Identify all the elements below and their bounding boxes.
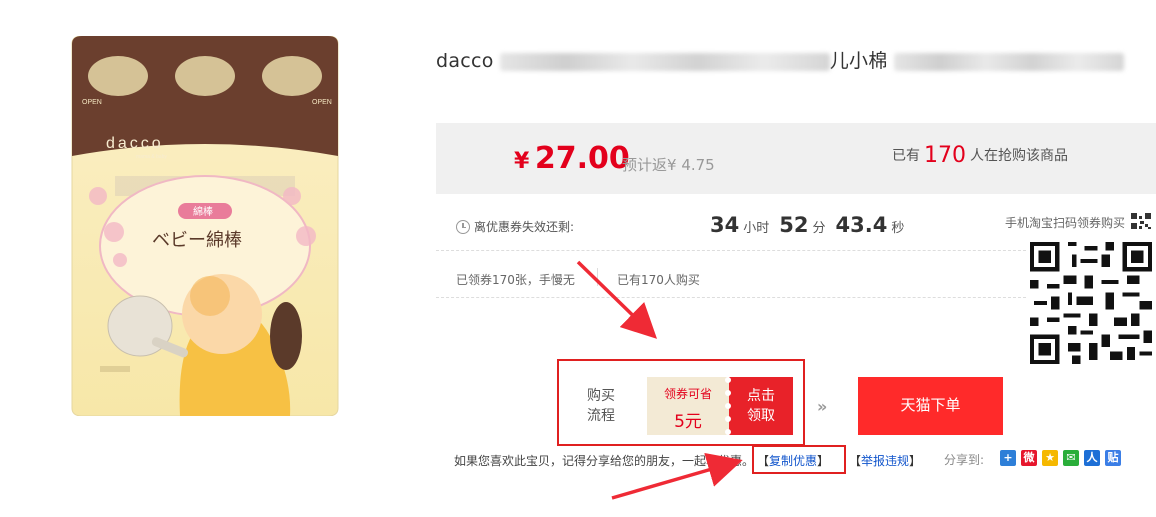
minutes-unit: 分 (812, 221, 826, 236)
countdown-timer: 34 小时 52 分 43.4 秒 (710, 213, 910, 237)
flow-label-line2: 流程 (587, 408, 615, 424)
share-to-label: 分享到: (944, 453, 985, 467)
report-link[interactable]: 【举报违规】 (849, 452, 921, 469)
rebate: 预计返¥ 4.75 (622, 154, 715, 175)
bracket-close: 】 (817, 454, 830, 468)
renren-icon[interactable]: 人 (1084, 450, 1100, 466)
qq-icon[interactable]: ★ (1042, 450, 1058, 466)
rebate-value: 4.75 (681, 156, 715, 174)
countdown-label-text: 离优惠券失效还剩: (474, 220, 575, 234)
price-value: 27.00 (534, 141, 630, 176)
seconds-unit: 秒 (891, 221, 905, 236)
claim-line1: 点击 (747, 388, 775, 404)
coupon-value: 领券可省 5元 (647, 377, 729, 435)
purchase-flow-box: 购买 流程 领券可省 5元 点击 领取 (557, 359, 805, 446)
bracket-open: 【 (757, 454, 770, 468)
qzone-icon[interactable]: + (1000, 450, 1016, 466)
qr-mini-icon[interactable] (1130, 212, 1152, 230)
price-box: ¥ 27.00 预计返¥ 4.75 已有 170 人在抢购该商品 (436, 123, 1156, 194)
coupon-line1: 领券可省 (663, 387, 712, 401)
image-brand-sub: mama & baby (136, 154, 167, 160)
product-image[interactable]: OPEN OPEN dacco mama & baby 綿棒 ベビー綿棒 (60, 36, 350, 416)
countdown-minutes: 52 (779, 213, 809, 237)
copy-coupon-label[interactable]: 复制优惠 (769, 454, 817, 468)
countdown-seconds: 43.4 (835, 213, 888, 237)
chevron-right-icon: » (817, 397, 827, 416)
rebate-label: 预计返¥ (622, 156, 677, 174)
open-label-right: OPEN (312, 99, 332, 106)
image-tag: 綿棒 (193, 205, 213, 218)
share-icons: + 微 ★ ✉ 人贴 (1000, 450, 1121, 466)
buyers-prefix: 已有 (892, 148, 920, 164)
title-blurred-segment (499, 52, 830, 71)
claimed-stat: 已领券170张，手慢无 (456, 273, 575, 287)
bought-stat: 已有170人购买 (617, 273, 700, 287)
baidu-icon[interactable]: 贴 (1105, 450, 1121, 466)
image-label: ベビー綿棒 (152, 230, 242, 251)
flow-label: 购买 流程 (581, 386, 621, 426)
weibo-icon[interactable]: 微 (1021, 450, 1037, 466)
buyers-suffix: 人在抢购该商品 (970, 148, 1068, 164)
share-prompt: 如果您喜欢此宝贝，记得分享给您的朋友，一起享优惠。 (454, 454, 755, 468)
product-page: OPEN OPEN dacco mama & baby 綿棒 ベビー綿棒 dac… (0, 0, 1156, 517)
buyers-count: 170 (924, 143, 966, 168)
clock-icon (456, 219, 470, 234)
bracket-open: 【 (849, 454, 862, 468)
title-text: dacco (436, 50, 494, 72)
countdown-hours: 34 (710, 213, 740, 237)
title-blurred-segment-2 (893, 52, 1124, 71)
coupon-line2: 5元 (674, 412, 702, 432)
scan-to-buy-text: 手机淘宝扫码领券购买 (1005, 216, 1126, 230)
claim-line2: 领取 (747, 408, 775, 424)
claim-coupon-button[interactable]: 点击 领取 (725, 377, 793, 435)
open-label-left: OPEN (82, 99, 102, 106)
buyer-count: 已有 170 人在抢购该商品 (892, 143, 1068, 168)
bracket-close: 】 (909, 454, 922, 468)
title-text-2: 儿小棉 (829, 50, 888, 72)
divider (436, 297, 1026, 298)
currency-symbol: ¥ (514, 149, 530, 174)
copy-coupon-link[interactable]: 【复制优惠】 (757, 452, 829, 469)
hours-unit: 小时 (743, 221, 770, 236)
flow-label-line1: 购买 (587, 388, 615, 404)
wechat-icon[interactable]: ✉ (1063, 450, 1079, 466)
countdown-label: 离优惠券失效还剩: (456, 218, 574, 235)
tmall-order-button[interactable]: 天猫下单 (858, 377, 1003, 435)
price: ¥ 27.00 (514, 141, 630, 176)
stat-divider (597, 268, 598, 286)
image-brand-text: dacco (106, 135, 164, 152)
divider (436, 250, 1026, 251)
report-label[interactable]: 举报违规 (861, 454, 909, 468)
product-title[interactable]: dacco 儿小棉 (436, 46, 1124, 73)
qr-code (1030, 242, 1152, 364)
